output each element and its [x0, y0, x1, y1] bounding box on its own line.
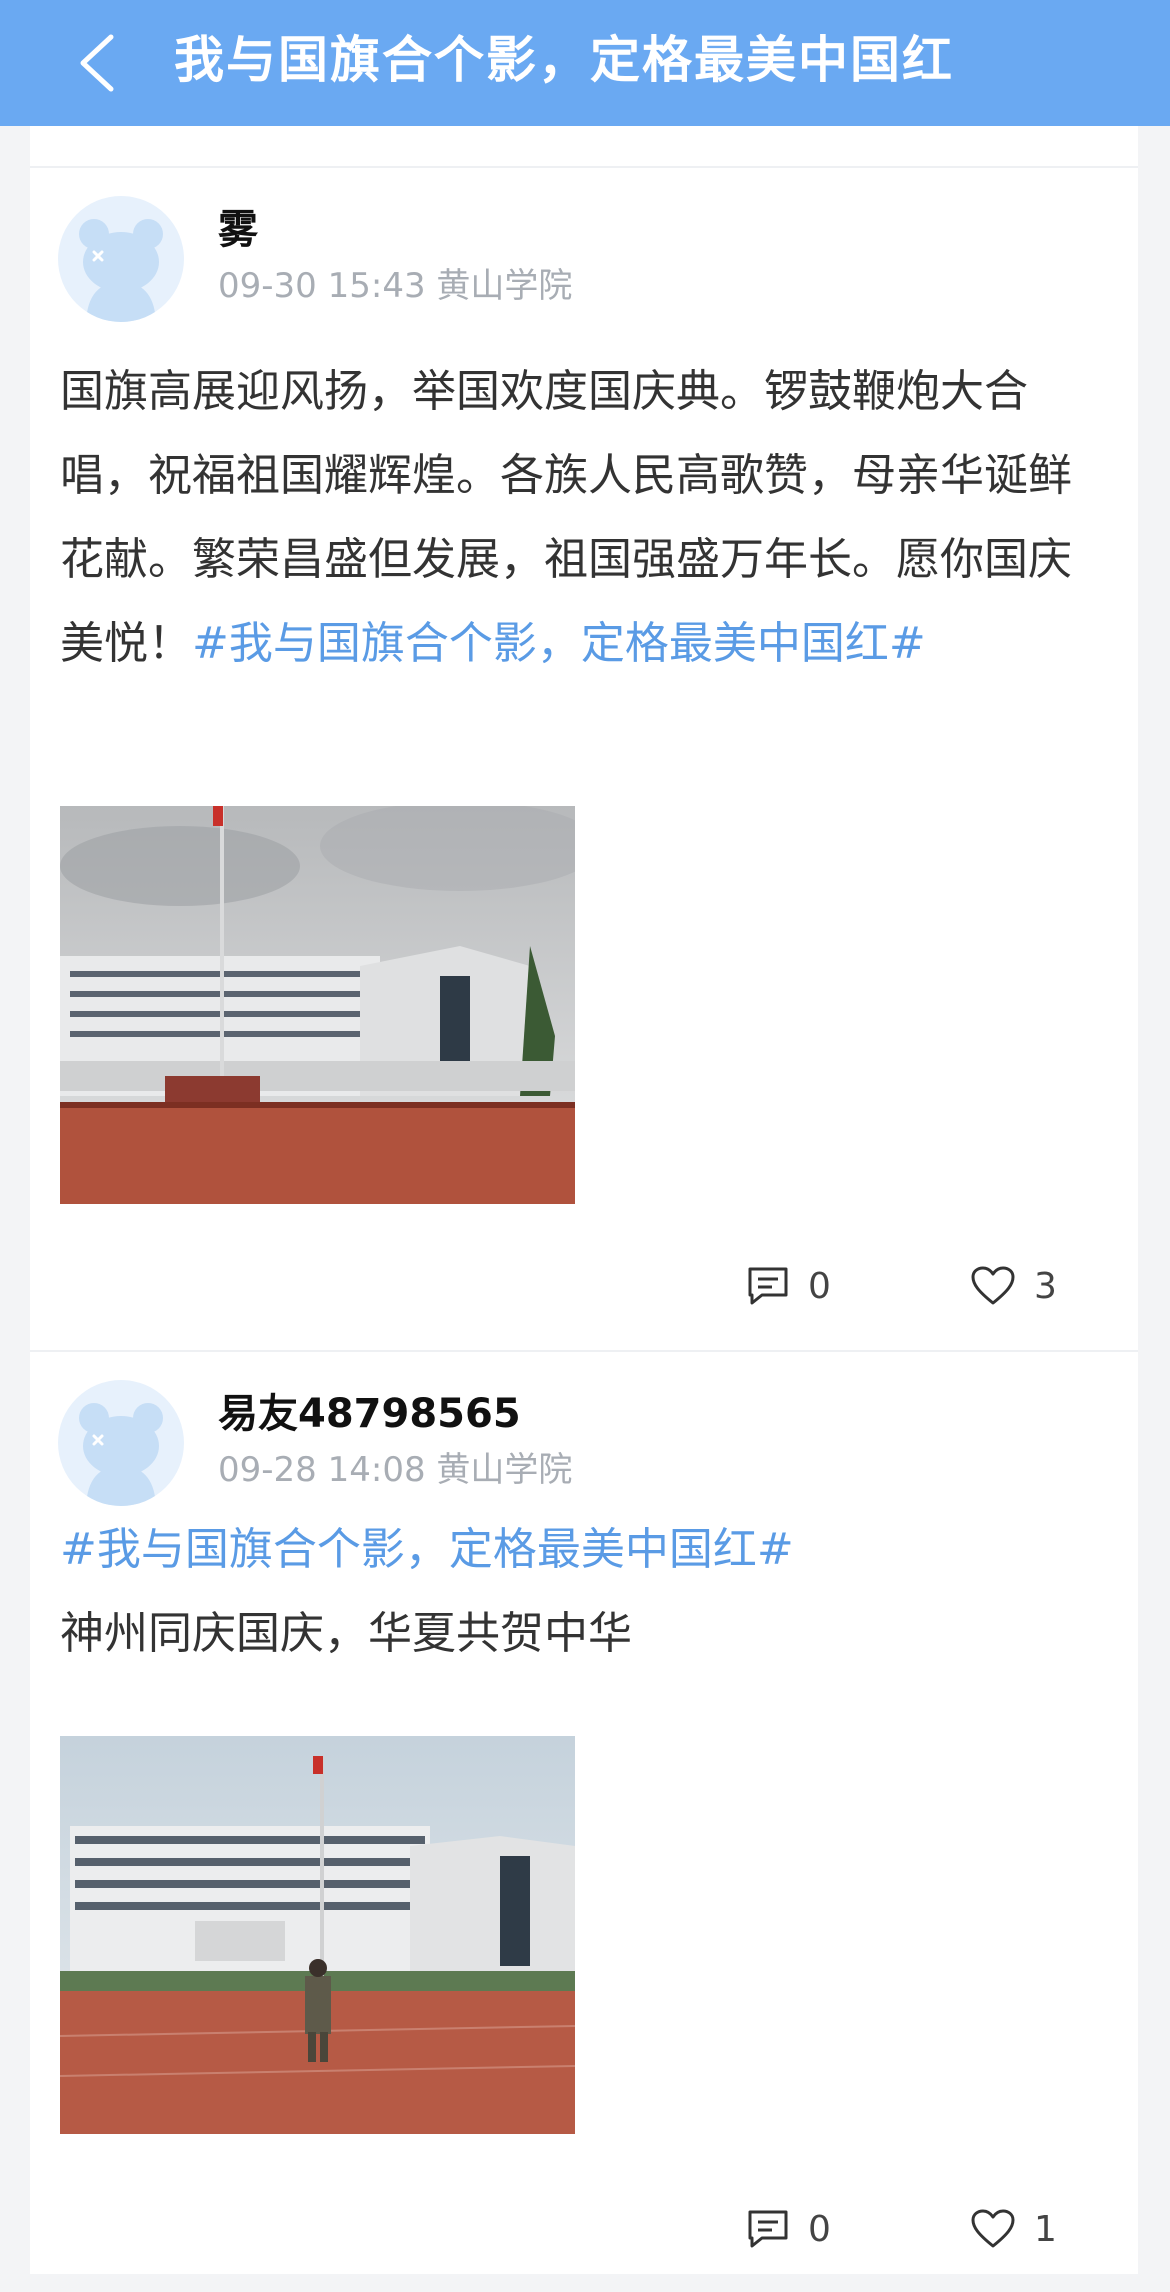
post-time: 09-28 14:08 [218, 1450, 426, 1490]
avatar[interactable] [58, 196, 184, 322]
comment-icon [748, 1267, 788, 1305]
post-school: 黄山学院 [436, 266, 573, 306]
back-button[interactable] [62, 28, 132, 98]
post-hashtag[interactable]: #我与国旗合个影，定格最美中国红# [192, 618, 926, 669]
chevron-left-icon [80, 34, 114, 92]
page-title: 我与国旗合个影，定格最美中国红 [174, 31, 954, 89]
like-count: 1 [1034, 2208, 1057, 2250]
like-count: 3 [1034, 1265, 1057, 1307]
comment-button[interactable]: 0 [746, 1265, 831, 1307]
comment-button[interactable]: 0 [746, 2208, 831, 2250]
post-meta: 09-30 15:43 黄山学院 [218, 262, 572, 310]
post-feed[interactable]: 雾 09-30 15:43 黄山学院 国旗高展迎风扬，举国欢度国庆典。锣鼓鞭炮大… [30, 126, 1138, 2274]
post-body-text: 神州同庆国庆，华夏共贺中华 [60, 1608, 632, 1659]
like-button[interactable]: 1 [970, 2208, 1057, 2250]
heart-icon [971, 1266, 1015, 1305]
comment-icon [748, 2210, 788, 2248]
post-content: 国旗高展迎风扬，举国欢度国庆典。锣鼓鞭炮大合唱，祝福祖国耀辉煌。各族人民高歌赞，… [60, 350, 1100, 686]
default-avatar-icon [79, 219, 163, 322]
heart-icon [971, 2209, 1015, 2248]
post-hashtag[interactable]: #我与国旗合个影，定格最美中国红# [60, 1508, 1100, 1592]
post-meta: 09-28 14:08 黄山学院 [218, 1446, 572, 1494]
user-name[interactable]: 雾 [218, 202, 258, 258]
feed-top-spacer [30, 126, 1138, 168]
top-app-bar: 我与国旗合个影，定格最美中国红 [0, 0, 1170, 126]
comment-count: 0 [808, 1265, 831, 1307]
post-card[interactable]: 雾 09-30 15:43 黄山学院 国旗高展迎风扬，举国欢度国庆典。锣鼓鞭炮大… [30, 168, 1138, 1352]
avatar[interactable] [58, 1380, 184, 1506]
post-content: #我与国旗合个影，定格最美中国红# 神州同庆国庆，华夏共贺中华 [60, 1508, 1100, 1676]
user-name[interactable]: 易友48798565 [218, 1386, 521, 1442]
like-button[interactable]: 3 [970, 1265, 1057, 1307]
comment-count: 0 [808, 2208, 831, 2250]
post-photo[interactable] [60, 1736, 575, 2134]
post-card[interactable]: 易友48798565 09-28 14:08 黄山学院 #我与国旗合个影，定格最… [30, 1352, 1138, 2292]
post-time: 09-30 15:43 [218, 266, 426, 306]
default-avatar-icon [79, 1403, 163, 1506]
post-school: 黄山学院 [436, 1450, 573, 1490]
post-photo[interactable] [60, 806, 575, 1204]
